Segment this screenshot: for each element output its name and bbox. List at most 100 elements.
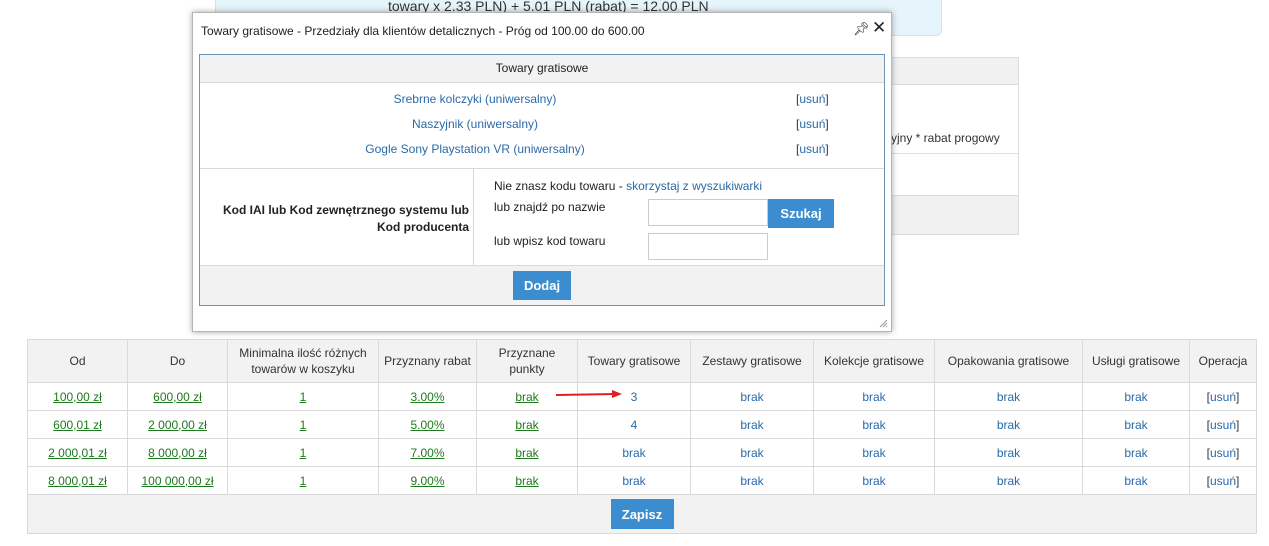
background-panel-text: cyjny * rabat progowy (885, 131, 1018, 145)
from-link[interactable]: 8 000,01 zł (48, 474, 107, 488)
collections-link[interactable]: brak (862, 390, 885, 404)
delete-link[interactable]: usuń (1210, 418, 1236, 432)
header-operation: Operacja (1189, 339, 1257, 383)
min-items-link[interactable]: 1 (300, 390, 307, 404)
gift-delete-link[interactable]: usuń (799, 117, 825, 131)
list-item: Gogle Sony Playstation VR (uniwersalny) … (200, 137, 884, 162)
gift-delete: [usuń] (796, 142, 829, 156)
cell-collections: brak (813, 410, 935, 439)
delete-link[interactable]: usuń (1210, 446, 1236, 460)
points-link[interactable]: brak (515, 418, 538, 432)
gifts-link[interactable]: brak (622, 446, 645, 460)
discount-link[interactable]: 9.00% (410, 474, 444, 488)
modal-title: Towary gratisowe - Przedziały dla klient… (201, 24, 645, 38)
cell-packaging: brak (934, 466, 1083, 495)
cell-sets: brak (690, 410, 814, 439)
header-sets: Zestawy gratisowe (690, 339, 814, 383)
to-link[interactable]: 600,00 zł (153, 390, 202, 404)
header-services: Usługi gratisowe (1082, 339, 1190, 383)
collections-link[interactable]: brak (862, 446, 885, 460)
name-search-input[interactable] (648, 199, 768, 226)
from-link[interactable]: 100,00 zł (53, 390, 102, 404)
gift-name-link[interactable]: Naszyjnik (uniwersalny) (200, 112, 750, 137)
close-icon[interactable]: ✕ (872, 18, 886, 38)
gifts-link[interactable]: brak (622, 474, 645, 488)
header-packaging: Opakowania gratisowe (934, 339, 1083, 383)
cell-min: 1 (227, 466, 379, 495)
cell-to: 8 000,00 zł (127, 438, 228, 467)
cell-services: brak (1082, 438, 1190, 467)
cell-packaging: brak (934, 410, 1083, 439)
services-link[interactable]: brak (1124, 474, 1147, 488)
cell-operation: [usuń] (1189, 438, 1257, 467)
cell-min: 1 (227, 382, 379, 411)
sets-link[interactable]: brak (740, 390, 763, 404)
gift-name-link[interactable]: Gogle Sony Playstation VR (uniwersalny) (200, 137, 750, 162)
collections-link[interactable]: brak (862, 474, 885, 488)
add-button[interactable]: Dodaj (513, 271, 571, 300)
header-min-items: Minimalna ilość różnych towarów w koszyk… (227, 339, 379, 383)
cell-gifts: 4 (577, 410, 691, 439)
background-panel-divider (885, 153, 1018, 154)
sets-link[interactable]: brak (740, 474, 763, 488)
list-item: Naszyjnik (uniwersalny) [usuń] (200, 112, 884, 137)
header-points: Przyznane punkty (476, 339, 578, 383)
save-button[interactable]: Zapisz (610, 499, 674, 529)
gifts-link[interactable]: 4 (631, 418, 638, 432)
sets-link[interactable]: brak (740, 418, 763, 432)
services-link[interactable]: brak (1124, 390, 1147, 404)
table-footer-row: Zapisz (27, 494, 1257, 534)
resize-handle-icon[interactable] (879, 319, 888, 328)
points-link[interactable]: brak (515, 474, 538, 488)
discount-link[interactable]: 7.00% (410, 446, 444, 460)
to-link[interactable]: 2 000,00 zł (148, 418, 207, 432)
cell-sets: brak (690, 438, 814, 467)
header-discount: Przyznany rabat (378, 339, 477, 383)
packaging-link[interactable]: brak (997, 418, 1020, 432)
packaging-link[interactable]: brak (997, 474, 1020, 488)
services-link[interactable]: brak (1124, 446, 1147, 460)
gift-delete-link[interactable]: usuń (799, 92, 825, 106)
points-link[interactable]: brak (515, 446, 538, 460)
cell-packaging: brak (934, 382, 1083, 411)
search-engine-link[interactable]: skorzystaj z wyszukiwarki (626, 179, 762, 193)
from-link[interactable]: 600,01 zł (53, 418, 102, 432)
sets-link[interactable]: brak (740, 446, 763, 460)
table-row: 600,01 zł 2 000,00 zł 1 5.00% brak 4 bra… (27, 410, 1257, 439)
packaging-link[interactable]: brak (997, 390, 1020, 404)
to-link[interactable]: 100 000,00 zł (141, 474, 213, 488)
gifts-panel-footer: Dodaj (200, 265, 884, 305)
gift-delete-link[interactable]: usuń (799, 142, 825, 156)
background-panel: cyjny * rabat progowy (884, 57, 1019, 235)
cell-to: 2 000,00 zł (127, 410, 228, 439)
gift-name-link[interactable]: Srebrne kolczyki (uniwersalny) (200, 87, 750, 112)
cell-discount: 9.00% (378, 466, 477, 495)
search-button[interactable]: Szukaj (768, 199, 834, 228)
cell-min: 1 (227, 410, 379, 439)
table-row: 100,00 zł 600,00 zł 1 3.00% brak 3 brak … (27, 382, 1257, 411)
gifts-link[interactable]: 3 (631, 390, 638, 404)
table-row: 2 000,01 zł 8 000,00 zł 1 7.00% brak bra… (27, 438, 1257, 467)
points-link[interactable]: brak (515, 390, 538, 404)
background-panel-footer (885, 195, 1018, 234)
background-panel-text-content: cyjny * rabat progowy (885, 131, 1000, 145)
cell-sets: brak (690, 466, 814, 495)
min-items-link[interactable]: 1 (300, 474, 307, 488)
header-gifts: Towary gratisowe (577, 339, 691, 383)
cell-operation: [usuń] (1189, 382, 1257, 411)
pin-icon[interactable]: 📌︎ (853, 21, 870, 37)
min-items-link[interactable]: 1 (300, 446, 307, 460)
min-items-link[interactable]: 1 (300, 418, 307, 432)
services-link[interactable]: brak (1124, 418, 1147, 432)
to-link[interactable]: 8 000,00 zł (148, 446, 207, 460)
discount-link[interactable]: 3.00% (410, 390, 444, 404)
delete-link[interactable]: usuń (1210, 474, 1236, 488)
gift-list: Srebrne kolczyki (uniwersalny) [usuń] Na… (200, 83, 884, 162)
discount-link[interactable]: 5.00% (410, 418, 444, 432)
packaging-link[interactable]: brak (997, 446, 1020, 460)
product-code-input[interactable] (648, 233, 768, 260)
cell-services: brak (1082, 466, 1190, 495)
delete-link[interactable]: usuń (1210, 390, 1236, 404)
from-link[interactable]: 2 000,01 zł (48, 446, 107, 460)
collections-link[interactable]: brak (862, 418, 885, 432)
